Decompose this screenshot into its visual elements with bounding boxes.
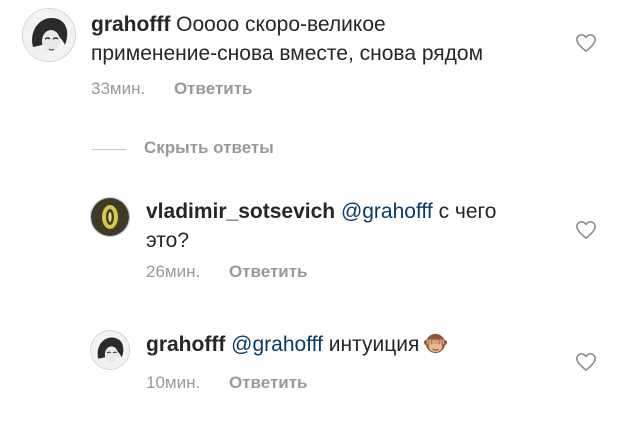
heart-outline-icon xyxy=(576,34,596,52)
like-button[interactable] xyxy=(575,220,597,240)
mention-link[interactable]: @grahofff xyxy=(231,333,323,356)
comment-text: grahofff Ооооо скоро-великое применение-… xyxy=(91,10,483,68)
avatar[interactable] xyxy=(90,330,130,370)
hide-replies-label[interactable]: Скрыть ответы xyxy=(144,138,274,158)
see-no-evil-monkey-icon xyxy=(423,330,448,355)
heart-outline-icon xyxy=(576,353,596,371)
comment-time: 33мин. xyxy=(91,79,146,98)
mention-link[interactable]: @grahofff xyxy=(341,200,433,223)
divider xyxy=(92,149,126,150)
avatar[interactable] xyxy=(22,8,76,62)
avatar-image xyxy=(23,9,75,61)
comment-meta: 10мин. Ответить xyxy=(146,373,308,393)
comment-meta: 33мин. Ответить xyxy=(91,79,253,99)
comment-body: интуиция xyxy=(328,333,420,356)
comment-time: 10мин. xyxy=(146,373,201,392)
comment-body-continued: это? xyxy=(146,229,189,252)
comment-body: Ооооо скоро-великое xyxy=(176,13,386,36)
heart-outline-icon xyxy=(576,221,596,239)
reply-button[interactable]: Ответить xyxy=(229,262,308,282)
comment-text: vladimir_sotsevich @grahofff с чего это? xyxy=(146,197,496,255)
avatar-image xyxy=(91,331,129,369)
comment-text: grahofff @grahofff интуиция xyxy=(146,330,448,359)
reply-item: vladimir_sotsevich @grahofff с чего это?… xyxy=(0,185,631,295)
like-button[interactable] xyxy=(575,352,597,372)
comment-meta: 26мин. Ответить xyxy=(146,262,308,282)
comment-username[interactable]: grahofff xyxy=(91,13,170,36)
avatar-image xyxy=(91,198,129,236)
reply-item: grahofff @grahofff интуиция 10мин. Ответ… xyxy=(0,318,631,408)
reply-button[interactable]: Ответить xyxy=(174,79,253,99)
avatar[interactable] xyxy=(90,197,130,237)
comment-username[interactable]: grahofff xyxy=(146,333,225,356)
comment-time: 26мин. xyxy=(146,262,201,281)
comment-body-continued: применение-снова вместе, снова рядом xyxy=(91,42,484,65)
comment-username[interactable]: vladimir_sotsevich xyxy=(146,200,335,223)
comment-item: grahofff Ооооо скоро-великое применение-… xyxy=(0,0,631,110)
comment-body: с чего xyxy=(438,200,497,223)
like-button[interactable] xyxy=(575,33,597,53)
reply-button[interactable]: Ответить xyxy=(229,373,308,393)
